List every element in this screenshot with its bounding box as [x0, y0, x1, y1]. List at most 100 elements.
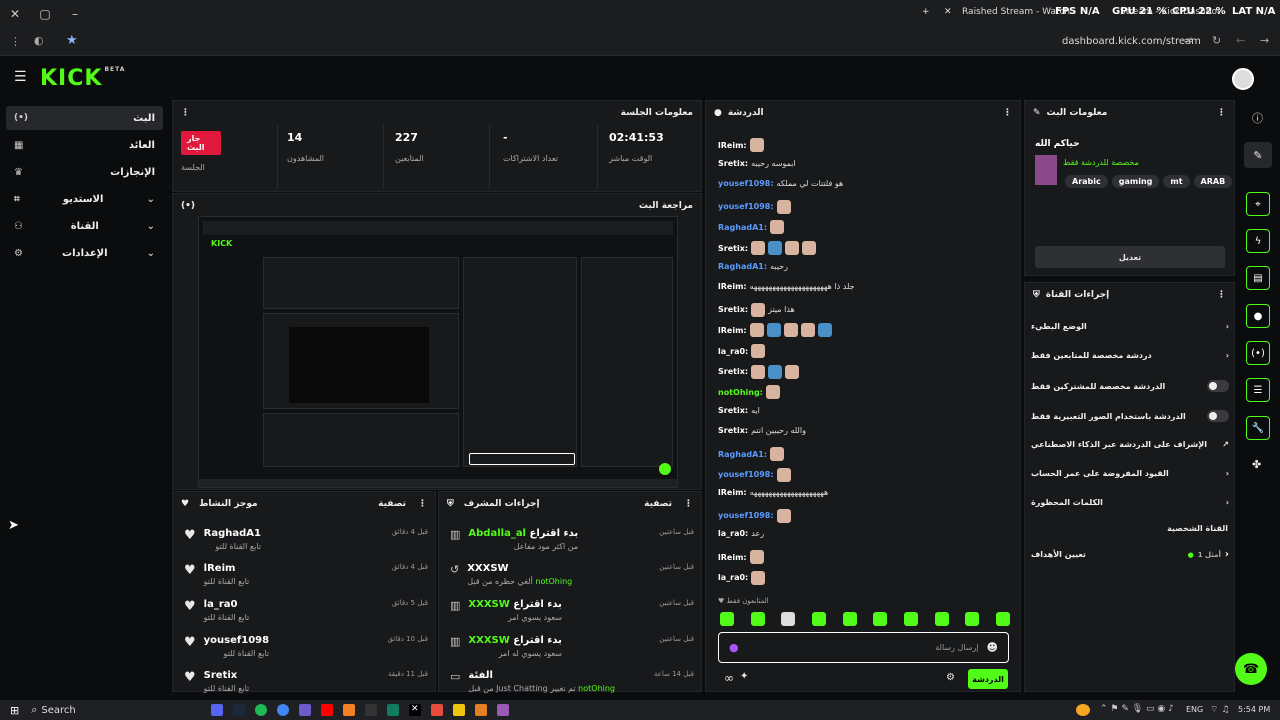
discord-icon[interactable] [210, 704, 223, 716]
slow-mode-row[interactable]: الوضع البطيء › [1031, 322, 1229, 331]
reload-icon[interactable]: ↻ [1212, 34, 1221, 47]
chat-message[interactable]: yousef1098: هو فلتتات لي مملكه [718, 179, 843, 188]
broadcast-icon[interactable]: (•) [1246, 341, 1270, 365]
filter-button[interactable]: ♥ موجز النشاط [181, 499, 258, 509]
chat-username[interactable]: lReim: [718, 553, 747, 562]
hamburger-menu-icon[interactable]: ☰ [14, 69, 27, 85]
chat-message[interactable]: lReim: جلد ذا هههههههههههههههههههههه [718, 282, 855, 291]
chat-username[interactable]: notOhing: [718, 388, 763, 397]
subscribers-only-toggle[interactable] [1207, 380, 1229, 392]
app-icon[interactable] [430, 704, 443, 716]
kick-logo[interactable]: KICK BETA [40, 66, 125, 91]
extension-icon[interactable]: ◐ [34, 34, 44, 47]
sidebar-item-settings[interactable]: ⚙ الإعدادات ⌄ [6, 241, 163, 265]
youtube-icon[interactable] [320, 704, 333, 716]
infinity-icon[interactable]: ∞ [724, 671, 734, 685]
activity-item[interactable]: ♥ RaghadA1 تابع القناة للتو قبل 4 دقائق [184, 528, 428, 551]
account-age-row[interactable]: القيود المفروضة على عمر الحساب › [1031, 469, 1229, 478]
chat-username[interactable]: la_ra0: [718, 347, 748, 356]
chat-message[interactable]: lReim: [718, 550, 767, 564]
chat-username[interactable]: lReim: [718, 282, 747, 291]
filter-label[interactable]: تصفية [644, 499, 672, 509]
chat-username[interactable]: Sretix: [718, 406, 748, 415]
stream-preview-video[interactable]: KICK [198, 216, 678, 488]
activity-item[interactable]: ♥ Sretix تابع القناة للتو قبل 11 دقيقة [184, 670, 428, 693]
tray-icons[interactable]: ⌃ ⚑ ✎ 🎙 ▭ ◉ ♪ [1100, 704, 1174, 714]
chat-message[interactable]: notOhing: [718, 385, 783, 400]
site-settings-icon[interactable]: ⇌ [1184, 34, 1193, 47]
chat-message[interactable]: la_ra0: رعد [718, 529, 764, 538]
folder-icon[interactable] [452, 704, 465, 716]
emote-icon[interactable] [750, 612, 765, 626]
followers-only-row[interactable]: دردشة مخصصة للمتابعين فقط › [1031, 351, 1229, 360]
steam-icon[interactable] [232, 704, 245, 716]
emote-icon[interactable] [781, 612, 796, 626]
forward-icon[interactable]: ← [1236, 34, 1245, 47]
document-icon[interactable]: ▤ [1246, 266, 1270, 290]
tab-close-icon[interactable]: ✕ [944, 7, 952, 17]
clock[interactable]: 5:54 PM [1238, 705, 1270, 714]
activity-item[interactable]: ♥ yousef1098 تابع القناة للتو قبل 10 دقائق [184, 635, 428, 658]
menu-dots-icon[interactable]: ⋮ [10, 35, 21, 48]
chat-username[interactable]: la_ra0: [718, 529, 748, 538]
minimize-icon[interactable]: – [60, 7, 90, 21]
chrome-icon[interactable] [276, 704, 289, 716]
app-icon[interactable] [474, 704, 487, 716]
more-options-icon[interactable]: ⋮ [181, 108, 190, 118]
sidebar-item-broadcast[interactable]: (•) البث [6, 106, 163, 130]
layout-icon[interactable]: ☰ [1246, 378, 1270, 402]
emote-icon[interactable] [720, 612, 734, 626]
chat-username[interactable]: yousef1098: [718, 511, 774, 520]
chat-username[interactable]: RaghadA1: [718, 450, 767, 459]
chat-username[interactable]: lReim: [718, 326, 747, 335]
wrench-icon[interactable]: 🔧 [1246, 416, 1270, 440]
emote-icon[interactable] [903, 612, 918, 626]
chat-message[interactable]: RaghadA1: رحيبه [718, 262, 788, 271]
chat-message[interactable]: la_ra0: [718, 344, 768, 358]
chat-message[interactable]: RaghadA1: [718, 447, 787, 461]
obs-icon[interactable] [364, 704, 377, 716]
chat-username[interactable]: yousef1098: [718, 470, 774, 479]
chat-username[interactable]: Sretix: [718, 159, 748, 168]
x-icon[interactable]: ✕ [408, 704, 421, 716]
chat-username[interactable]: Sretix: [718, 244, 748, 253]
chat-message[interactable]: Sretix: [718, 241, 819, 255]
sidebar-item-channel[interactable]: ⚇ القناة ⌄ [6, 214, 163, 238]
emote-icon[interactable] [811, 612, 826, 626]
emote-icon[interactable] [842, 612, 857, 626]
chat-username[interactable]: RaghadA1: [718, 262, 767, 271]
shapes-icon[interactable]: ✤ [1252, 458, 1261, 471]
chat-message[interactable]: lReim: [718, 323, 835, 338]
chat-message[interactable]: Sretix: هذا ميتز [718, 302, 795, 317]
chat-message[interactable]: Sretix: ابموسه رحيبه [718, 159, 796, 168]
ai-moderation-row[interactable]: الإشراف على الدردشة عبر الذكاء الاصطناعي… [1031, 440, 1229, 449]
app-icon[interactable] [342, 704, 355, 716]
chat-message[interactable]: lReim: ههههههههههههههههههههه [718, 488, 828, 497]
search-icon[interactable]: ⌕ [31, 703, 37, 717]
chat-icon[interactable]: ● [1246, 304, 1270, 328]
chat-username[interactable]: lReim: [718, 488, 747, 497]
sidebar-item-achievements[interactable]: ♛ الإنجازات [6, 160, 163, 184]
chat-message[interactable]: Sretix: والله رحيبين انتم [718, 426, 806, 435]
support-chat-button[interactable]: ☎ [1235, 653, 1267, 685]
windows-start-icon[interactable]: ⊞ [10, 704, 19, 717]
emote-icon[interactable] [965, 612, 980, 626]
chat-message[interactable]: yousef1098: [718, 467, 794, 482]
avatar[interactable] [1232, 68, 1254, 90]
emote-icon[interactable] [934, 612, 949, 626]
mod-action-item[interactable]: ▥ XXXSW بدء اقتراع سعود يسوي له امر قبل ساع… [450, 635, 694, 658]
bolt-icon[interactable]: ϟ [1246, 229, 1270, 253]
mod-action-item[interactable]: ▥ XXXSW بدء اقتراع سعود يسوي امر قبل ساعتين [450, 599, 694, 622]
sidebar-item-revenue[interactable]: ▦ العائد [6, 133, 163, 157]
chat-message[interactable]: la_ra0: [718, 570, 768, 585]
chat-message[interactable]: lReim: [718, 138, 767, 152]
app-icon[interactable] [386, 704, 399, 716]
mod-action-item[interactable]: ▭ الفئة notOhing تم تغيير Just Chatting من… [450, 670, 694, 693]
maximize-icon[interactable]: ▢ [30, 7, 60, 21]
network-icon[interactable]: ⌔ ♫ [1210, 704, 1229, 715]
emote-icon[interactable] [873, 612, 888, 626]
emote-only-toggle[interactable] [1207, 410, 1229, 422]
app-icon[interactable] [298, 704, 311, 716]
info-icon[interactable]: ⓘ [1252, 110, 1263, 126]
gift-icon[interactable]: ✦ [740, 671, 748, 682]
